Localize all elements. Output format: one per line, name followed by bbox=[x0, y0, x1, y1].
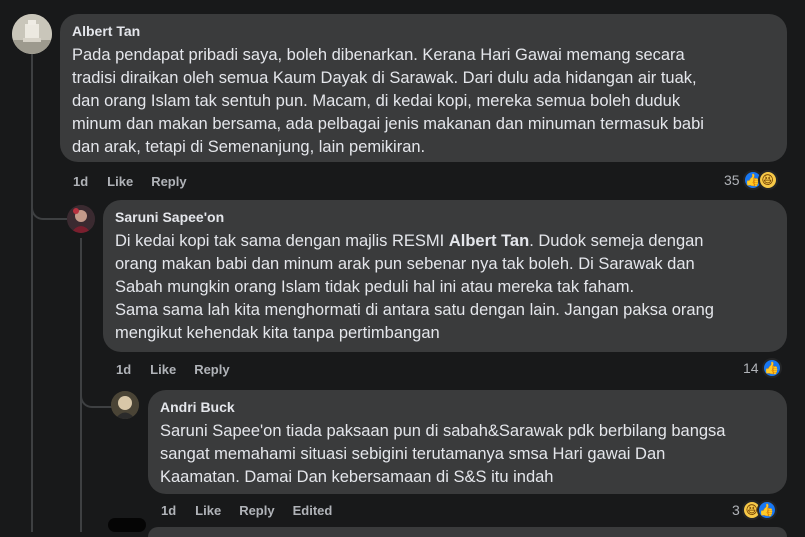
comment-actions: 1d Like Reply Edited bbox=[161, 503, 332, 518]
comment-line: orang makan babi dan minum arak pun sebe… bbox=[115, 255, 695, 273]
comment-time[interactable]: 1d bbox=[116, 362, 131, 377]
comment-actions: 1d Like Reply bbox=[116, 362, 230, 377]
thread-line-branch-1 bbox=[31, 200, 69, 220]
like-reaction-icon: 👍 bbox=[761, 358, 782, 378]
comment-line: mengikut kehendak kita tanpa pertimbanga… bbox=[115, 324, 440, 342]
comment-author[interactable]: Albert Tan bbox=[72, 22, 775, 40]
next-comment-bubble-partial bbox=[148, 527, 787, 537]
person-photo-icon bbox=[67, 205, 95, 233]
redacted-avatar bbox=[108, 518, 146, 532]
thread-line-branch-2 bbox=[80, 390, 112, 408]
avatar-andri-buck[interactable] bbox=[111, 391, 139, 419]
comment-author[interactable]: Saruni Sapee'on bbox=[115, 208, 775, 226]
haha-reaction-icon: 😆 bbox=[757, 170, 778, 190]
comment-line: tradisi diraikan oleh semua Kaum Dayak d… bbox=[72, 69, 697, 87]
comment-line: Sama sama lah kita menghormati di antara… bbox=[115, 301, 714, 319]
comment-bubble-andri-buck: Andri Buck Saruni Sapee'on tiada paksaan… bbox=[148, 390, 787, 494]
like-button[interactable]: Like bbox=[195, 503, 221, 518]
comment-actions: 1d Like Reply bbox=[73, 174, 187, 189]
like-reaction-icon: 👍 bbox=[756, 500, 777, 520]
comment-text: Pada pendapat pribadi saya, boleh dibena… bbox=[72, 44, 775, 159]
comment-line: sangat memahami situasi sebigini terutam… bbox=[160, 445, 666, 463]
like-button[interactable]: Like bbox=[150, 362, 176, 377]
edited-label: Edited bbox=[292, 503, 333, 518]
reaction-summary[interactable]: 35 👍 😆 bbox=[724, 170, 778, 190]
reply-button[interactable]: Reply bbox=[194, 362, 229, 377]
avatar-albert-tan[interactable] bbox=[12, 14, 52, 54]
reaction-count: 35 bbox=[724, 172, 740, 188]
comment-bubble-saruni-sapeeon: Saruni Sapee'on Di kedai kopi tak sama d… bbox=[103, 200, 787, 352]
thread-line-main bbox=[31, 48, 33, 532]
mention-link[interactable]: Albert Tan bbox=[449, 232, 529, 250]
monument-photo-icon bbox=[12, 14, 52, 54]
comment-author[interactable]: Andri Buck bbox=[160, 398, 775, 416]
like-button[interactable]: Like bbox=[107, 174, 133, 189]
person-photo-icon bbox=[111, 391, 139, 419]
comment-line: dan arak, tetapi di Semenanjung, lain pe… bbox=[72, 138, 426, 156]
comment-text: Di kedai kopi tak sama dengan majlis RES… bbox=[115, 230, 775, 345]
comment-bubble-albert-tan: Albert Tan Pada pendapat pribadi saya, b… bbox=[60, 14, 787, 162]
comment-line: Di kedai kopi tak sama dengan majlis RES… bbox=[115, 230, 775, 253]
reaction-count: 14 bbox=[743, 360, 759, 376]
comment-line-text: . Dudok semeja dengan bbox=[529, 232, 704, 250]
reaction-summary[interactable]: 3 😆 👍 bbox=[732, 500, 777, 520]
reply-button[interactable]: Reply bbox=[239, 503, 274, 518]
comment-time[interactable]: 1d bbox=[161, 503, 176, 518]
comment-line: dan orang Islam tak sentuh pun. Macam, d… bbox=[72, 92, 681, 110]
comment-text: Saruni Sapee'on tiada paksaan pun di sab… bbox=[160, 420, 775, 489]
comment-time[interactable]: 1d bbox=[73, 174, 88, 189]
reaction-count: 3 bbox=[732, 502, 740, 518]
comment-line: Saruni Sapee'on tiada paksaan pun di sab… bbox=[160, 422, 726, 440]
reaction-summary[interactable]: 14 👍 bbox=[743, 358, 782, 378]
comment-line: minum dan makan bersama, ada pelbagai je… bbox=[72, 115, 704, 133]
thread-line-sub bbox=[80, 238, 82, 532]
comment-line: Pada pendapat pribadi saya, boleh dibena… bbox=[72, 46, 685, 64]
comment-line: Sabah mungkin orang Islam tidak peduli h… bbox=[115, 278, 635, 296]
comment-line: Kaamatan. Damai Dan kebersamaan di S&S i… bbox=[160, 468, 554, 486]
avatar-saruni-sapeeon[interactable] bbox=[67, 205, 95, 233]
reply-button[interactable]: Reply bbox=[151, 174, 186, 189]
comment-line-text: Di kedai kopi tak sama dengan majlis RES… bbox=[115, 232, 449, 250]
